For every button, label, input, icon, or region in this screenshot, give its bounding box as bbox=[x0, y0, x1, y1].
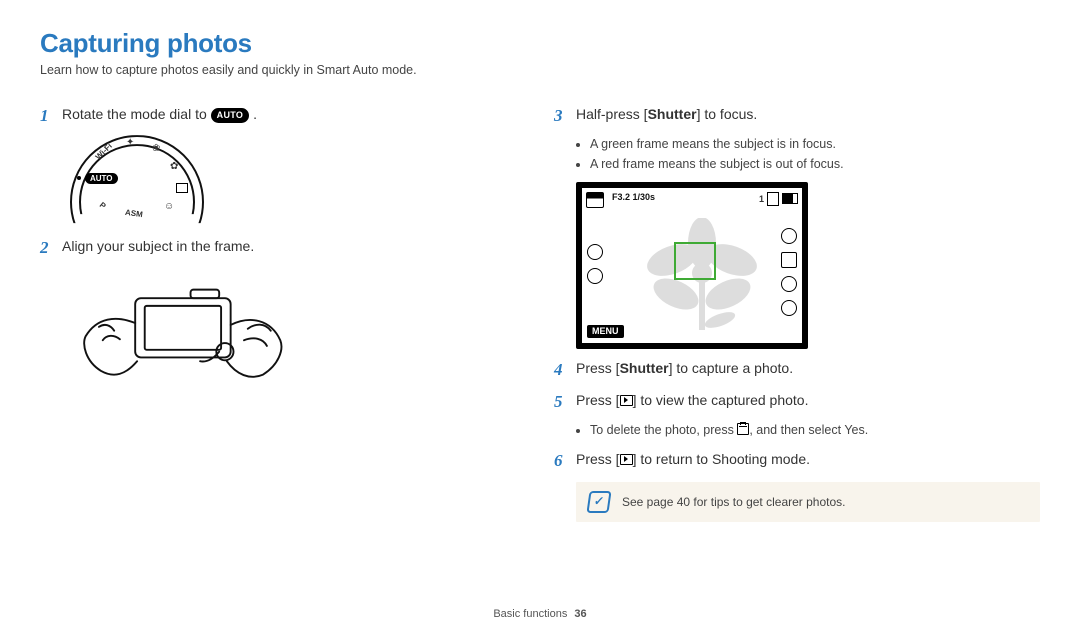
step-text: Half-press [Shutter] to focus. bbox=[576, 105, 757, 127]
step-number: 2 bbox=[40, 237, 62, 259]
step4-pre: Press [ bbox=[576, 360, 620, 376]
b-post: . bbox=[865, 423, 868, 437]
step-text: Press [Shutter] to capture a photo. bbox=[576, 359, 793, 381]
lcd-icon bbox=[587, 268, 603, 284]
step-number: 1 bbox=[40, 105, 62, 127]
step3-bold: Shutter bbox=[648, 106, 697, 122]
sd-card-icon bbox=[767, 192, 779, 206]
mode-dial-illustration: AUTO Wi-Fi ASM P ✦ ❀ ✿ ☺ bbox=[82, 135, 187, 227]
shots-remaining: 1 bbox=[759, 194, 764, 204]
dial-auto-label: AUTO bbox=[85, 173, 118, 184]
step1-pre: Rotate the mode dial to bbox=[62, 106, 211, 122]
b-mid: , and then select bbox=[749, 423, 844, 437]
step3-post: ] to focus. bbox=[697, 106, 758, 122]
content-columns: 1 Rotate the mode dial to AUTO . AUTO Wi… bbox=[40, 95, 1040, 522]
page-footer: Basic functions 36 bbox=[0, 608, 1080, 620]
step-number: 4 bbox=[554, 359, 576, 381]
playback-icon bbox=[620, 454, 633, 465]
lcd-icon bbox=[587, 244, 603, 260]
step5-bullets: To delete the photo, press , and then se… bbox=[576, 421, 1040, 440]
page-subtitle: Learn how to capture photos easily and q… bbox=[40, 63, 1040, 77]
manual-page: Capturing photos Learn how to capture ph… bbox=[0, 0, 1080, 630]
page-number: 36 bbox=[574, 608, 586, 620]
note-icon: ✓ bbox=[586, 491, 611, 513]
b-bold: Yes bbox=[844, 423, 864, 437]
step-3: 3 Half-press [Shutter] to focus. bbox=[554, 105, 1040, 127]
lcd-icon bbox=[781, 228, 797, 244]
lcd-icon bbox=[781, 252, 797, 268]
step3-pre: Half-press [ bbox=[576, 106, 648, 122]
battery-icon bbox=[782, 193, 798, 204]
page-title: Capturing photos bbox=[40, 28, 1040, 59]
step6-pre: Press [ bbox=[576, 451, 620, 467]
lcd-right-icons bbox=[781, 228, 797, 316]
step-number: 6 bbox=[554, 450, 576, 472]
auto-badge-icon: AUTO bbox=[211, 108, 250, 124]
tip-box: ✓ See page 40 for tips to get clearer ph… bbox=[576, 482, 1040, 522]
step5-pre: Press [ bbox=[576, 392, 620, 408]
step4-bold: Shutter bbox=[620, 360, 669, 376]
tip-text: See page 40 for tips to get clearer phot… bbox=[622, 495, 845, 509]
b-pre: To delete the photo, press bbox=[590, 423, 737, 437]
focus-frame bbox=[674, 242, 716, 280]
step-number: 3 bbox=[554, 105, 576, 127]
playback-icon bbox=[620, 395, 633, 406]
step4-post: ] to capture a photo. bbox=[669, 360, 794, 376]
step-text: Press [ ] to return to Shooting mode. bbox=[576, 450, 810, 472]
right-column: 3 Half-press [Shutter] to focus. A green… bbox=[554, 95, 1040, 522]
footer-section: Basic functions bbox=[493, 608, 567, 620]
step-1: 1 Rotate the mode dial to AUTO . bbox=[40, 105, 526, 127]
step-5: 5 Press [ ] to view the captured photo. bbox=[554, 391, 1040, 413]
step-6: 6 Press [ ] to return to Shooting mode. bbox=[554, 450, 1040, 472]
step6-post: ] to return to Shooting mode. bbox=[633, 451, 810, 467]
macro-icon bbox=[586, 192, 604, 208]
lcd-exposure-info: F3.2 1/30s bbox=[612, 192, 655, 202]
step-text: Rotate the mode dial to AUTO . bbox=[62, 105, 257, 127]
step3-bullets: A green frame means the subject is in fo… bbox=[576, 135, 1040, 174]
step-4: 4 Press [Shutter] to capture a photo. bbox=[554, 359, 1040, 381]
lcd-status-icons: 1 bbox=[759, 192, 798, 206]
step-2: 2 Align your subject in the frame. bbox=[40, 237, 526, 259]
bullet: To delete the photo, press , and then se… bbox=[590, 421, 1040, 440]
bullet: A red frame means the subject is out of … bbox=[590, 155, 1040, 174]
step-number: 5 bbox=[554, 391, 576, 413]
trash-icon bbox=[737, 423, 749, 435]
lcd-icon bbox=[781, 276, 797, 292]
step5-post: ] to view the captured photo. bbox=[633, 392, 809, 408]
bullet: A green frame means the subject is in fo… bbox=[590, 135, 1040, 154]
step1-post: . bbox=[249, 106, 257, 122]
step-text: Align your subject in the frame. bbox=[62, 237, 254, 259]
step-text: Press [ ] to view the captured photo. bbox=[576, 391, 808, 413]
hands-holding-camera-illustration bbox=[76, 267, 286, 402]
lcd-left-icons bbox=[587, 244, 603, 284]
lcd-menu-button: MENU bbox=[587, 325, 624, 338]
camera-lcd-illustration: F3.2 1/30s 1 bbox=[576, 182, 808, 349]
lcd-icon bbox=[781, 300, 797, 316]
left-column: 1 Rotate the mode dial to AUTO . AUTO Wi… bbox=[40, 95, 526, 522]
